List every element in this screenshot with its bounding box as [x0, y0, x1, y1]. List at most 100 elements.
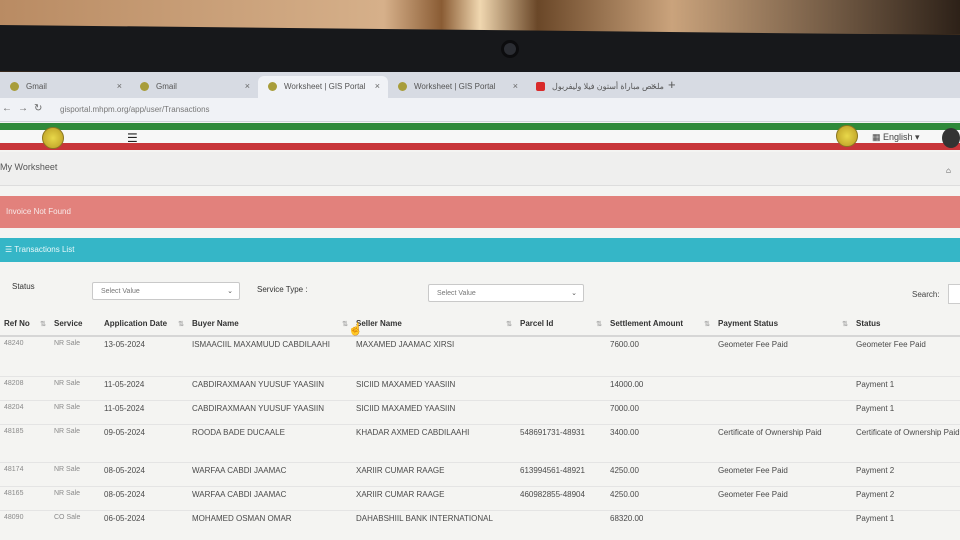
close-icon[interactable]: ×	[651, 81, 656, 91]
column-header-seller-name[interactable]: Seller Name ⇅	[352, 312, 516, 337]
cell-payment-status	[714, 375, 852, 400]
cell-date: 13-05-2024	[100, 335, 188, 376]
table-row[interactable]: 48090 CO Sale 06-05-2024 MOHAMED OSMAN O…	[0, 509, 960, 534]
browser-tab[interactable]: Gmail ×	[130, 76, 258, 98]
cell-status: Geometer Fee Paid	[852, 335, 960, 376]
reload-icon[interactable]: ↻	[34, 103, 42, 114]
cell-buyer: ROODA BADE DUCAALE	[188, 423, 352, 462]
column-header-parcel-id[interactable]: Parcel Id ⇅	[516, 312, 606, 337]
cell-service: NR Sale	[50, 423, 100, 462]
cell-amount: 7600.00	[606, 335, 714, 376]
column-label: Settlement Amount	[610, 319, 684, 328]
cell-seller: XARIIR CUMAR RAAGE	[352, 461, 516, 486]
column-header-ref-no[interactable]: Ref No ⇅	[0, 312, 50, 337]
cell-status: Payment 1	[852, 509, 960, 534]
cell-parcel: 613994561-48921	[516, 461, 606, 486]
url-field[interactable]: gisportal.mhpm.org/app/user/Transactions	[60, 105, 210, 114]
language-selector[interactable]: ▦ English ▾	[872, 132, 920, 143]
panel-title: ☰ Transactions List	[5, 245, 75, 254]
cell-ref-no: 48090	[0, 509, 50, 534]
sort-icon[interactable]: ⇅	[596, 320, 602, 328]
avatar[interactable]	[942, 128, 960, 148]
cell-amount: 3400.00	[606, 423, 714, 462]
browser-tab[interactable]: ملخص مباراة أستون فيلا وليفربول ×	[526, 76, 664, 98]
table-row[interactable]: 48204 NR Sale 11-05-2024 CABDIRAXMAAN YU…	[0, 399, 960, 424]
new-tab-icon[interactable]: +	[668, 77, 676, 92]
table-row[interactable]: 48185 NR Sale 09-05-2024 ROODA BADE DUCA…	[0, 423, 960, 462]
transactions-table: Ref No ⇅ Service Application Date ⇅ Buyer …	[0, 312, 960, 534]
cell-date: 11-05-2024	[100, 375, 188, 400]
cell-service: CO Sale	[50, 509, 100, 534]
menu-icon[interactable]: ☰	[127, 131, 138, 145]
table-row[interactable]: 48174 NR Sale 08-05-2024 WARFAA CABDI JA…	[0, 461, 960, 486]
cell-payment-status: Geometer Fee Paid	[714, 335, 852, 376]
browser-tab[interactable]: Gmail ×	[0, 76, 130, 98]
table-row[interactable]: 48240 NR Sale 13-05-2024 ISMAACIIL MAXAM…	[0, 335, 960, 376]
close-icon[interactable]: ×	[245, 81, 250, 91]
close-icon[interactable]: ×	[117, 81, 122, 91]
transactions-panel-header: ☰ Transactions List	[0, 238, 960, 262]
close-icon[interactable]: ×	[375, 81, 380, 91]
cell-ref-no: 48208	[0, 375, 50, 400]
cell-seller: XARIIR CUMAR RAAGE	[352, 485, 516, 510]
column-label: Application Date	[104, 319, 168, 328]
sort-icon[interactable]: ⇅	[178, 320, 184, 328]
cell-seller: SICIID MAXAMED YAASIIN	[352, 375, 516, 400]
home-icon[interactable]: ⌂	[946, 166, 951, 175]
close-icon[interactable]: ×	[513, 81, 518, 91]
service-type-select[interactable]: Select Value ⌄	[428, 284, 584, 302]
back-icon[interactable]: ←	[2, 103, 12, 114]
emblem-logo	[42, 127, 64, 149]
sort-icon[interactable]: ⇅	[842, 320, 848, 328]
browser-tab[interactable]: Worksheet | GIS Portal ×	[388, 76, 526, 98]
browser-tab-active[interactable]: Worksheet | GIS Portal ×	[258, 76, 388, 98]
cell-ref-no: 48185	[0, 423, 50, 462]
tab-label: Worksheet | GIS Portal	[284, 82, 366, 91]
emblem-logo-right	[836, 125, 858, 147]
gmail-favicon-icon	[10, 82, 19, 91]
column-header-payment-status[interactable]: Payment Status ⇅	[714, 312, 852, 337]
panel-title-text: Transactions List	[14, 245, 75, 254]
cell-buyer: MOHAMED OSMAN OMAR	[188, 509, 352, 534]
flag-stripe-white	[0, 130, 960, 143]
cell-amount: 4250.00	[606, 485, 714, 510]
cell-amount: 68320.00	[606, 509, 714, 534]
table-row[interactable]: 48165 NR Sale 08-05-2024 WARFAA CABDI JA…	[0, 485, 960, 510]
cell-service: NR Sale	[50, 375, 100, 400]
cell-date: 11-05-2024	[100, 399, 188, 424]
column-header-application-date[interactable]: Application Date ⇅	[100, 312, 188, 337]
table-row[interactable]: 48208 NR Sale 11-05-2024 CABDIRAXMAAN YU…	[0, 375, 960, 400]
youtube-favicon-icon	[536, 82, 545, 91]
cell-seller: SICIID MAXAMED YAASIIN	[352, 399, 516, 424]
cell-service: NR Sale	[50, 399, 100, 424]
browser-tab-bar: Gmail × Gmail × Worksheet | GIS Portal ×…	[0, 72, 960, 98]
status-select[interactable]: Select Value ⌄	[92, 282, 240, 300]
mouse-cursor-icon: ☝	[348, 322, 363, 336]
search-label: Search:	[912, 290, 940, 299]
tab-label: ملخص مباراة أستون فيلا وليفربول	[552, 82, 664, 91]
cell-parcel	[516, 375, 606, 400]
forward-icon[interactable]: →	[18, 103, 28, 114]
flag-stripe-green	[0, 123, 960, 130]
search-input[interactable]	[948, 284, 960, 304]
flag-stripe-red	[0, 143, 960, 150]
column-header-settlement-amount[interactable]: Settlement Amount ⇅	[606, 312, 714, 337]
column-header-status[interactable]: Status	[852, 312, 960, 337]
page-title: My Worksheet	[0, 162, 58, 172]
alert-text: Invoice Not Found	[6, 207, 71, 216]
cell-ref-no: 48165	[0, 485, 50, 510]
sort-icon[interactable]: ⇅	[40, 320, 46, 328]
cell-date: 08-05-2024	[100, 485, 188, 510]
status-filter-label: Status	[12, 282, 35, 291]
sort-icon[interactable]: ⇅	[704, 320, 710, 328]
cell-buyer: WARFAA CABDI JAAMAC	[188, 485, 352, 510]
column-header-buyer-name[interactable]: Buyer Name ⇅	[188, 312, 352, 337]
column-label: Parcel Id	[520, 319, 554, 328]
cell-payment-status: Geometer Fee Paid	[714, 461, 852, 486]
column-header-service[interactable]: Service	[50, 312, 100, 337]
cell-payment-status: Certificate of Ownership Paid	[714, 423, 852, 462]
screen: Gmail × Gmail × Worksheet | GIS Portal ×…	[0, 72, 960, 540]
sort-icon[interactable]: ⇅	[506, 320, 512, 328]
address-bar: ← → ↻ gisportal.mhpm.org/app/user/Transa…	[0, 98, 960, 122]
cell-service: NR Sale	[50, 335, 100, 376]
